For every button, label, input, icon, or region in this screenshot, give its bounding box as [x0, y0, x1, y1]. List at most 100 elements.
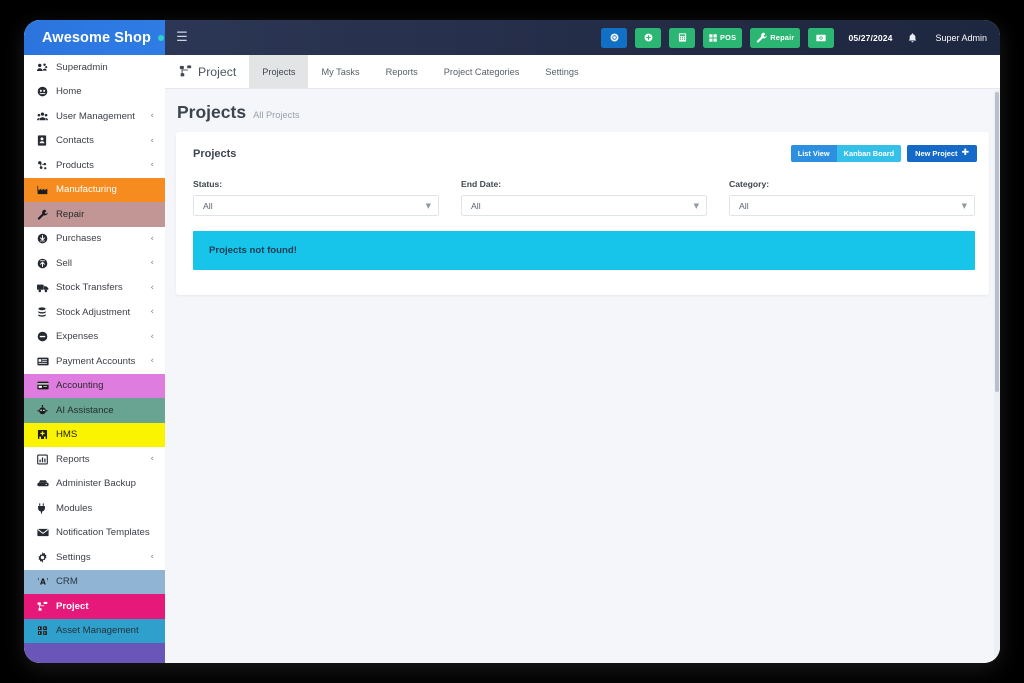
crm-icon: A [37, 576, 54, 587]
robot-icon [37, 405, 54, 416]
filter-category-select[interactable]: All▼ [729, 195, 975, 216]
sidebar-item-hms[interactable]: HMS [24, 423, 165, 448]
chevron-left-icon: ‹ [150, 160, 165, 170]
module-tab-list: ProjectsMy TasksReportsProject Categorie… [249, 55, 591, 88]
sidebar-item-expenses[interactable]: Expenses‹ [24, 325, 165, 350]
sidebar-item-crm[interactable]: ACRM [24, 570, 165, 595]
sidebar-item-repair[interactable]: Repair [24, 202, 165, 227]
sidebar-item-label: Stock Adjustment [54, 307, 150, 318]
database-icon [37, 479, 54, 488]
sidebar-item-purchases[interactable]: Purchases‹ [24, 227, 165, 252]
topbar-actions: POS Repair 05/27/2024 Super Admin [593, 28, 1000, 48]
sidebar-item-label: Expenses [54, 331, 150, 342]
brand-logo[interactable]: Awesome Shop [24, 20, 165, 55]
sidebar-item-label: Reports [54, 454, 150, 465]
users-cog-icon [37, 62, 54, 73]
user-menu[interactable]: Super Admin [935, 33, 987, 43]
module-brand-label: Project [198, 65, 236, 79]
sidebar-item-label: Products [54, 160, 150, 171]
scrollbar-thumb[interactable] [995, 92, 999, 392]
sidebar-item-filler [24, 643, 165, 663]
topbar-cash-button[interactable] [808, 28, 834, 48]
module-tabs: Project ProjectsMy TasksReportsProject C… [165, 55, 1000, 89]
sidebar-item-label: Contacts [54, 135, 150, 146]
sidebar-item-sell[interactable]: Sell‹ [24, 251, 165, 276]
filter-end-date-value: All [471, 201, 481, 211]
content-scrollbar[interactable] [994, 90, 1000, 663]
sidebar-item-payment-accounts[interactable]: Payment Accounts‹ [24, 349, 165, 374]
chevron-left-icon: ‹ [150, 332, 165, 342]
filter-status-value: All [203, 201, 213, 211]
topbar-pos-button[interactable]: POS [703, 28, 742, 48]
sidebar-item-settings[interactable]: Settings‹ [24, 545, 165, 570]
filter-end-date-select[interactable]: All ▼ [461, 195, 707, 216]
sidebar-item-label: Accounting [54, 380, 165, 391]
module-brand: Project [165, 55, 249, 88]
sidebar-item-stock-adjustment[interactable]: Stock Adjustment‹ [24, 300, 165, 325]
wrench-icon [756, 32, 767, 43]
new-project-button[interactable]: New Project ✚ [907, 145, 977, 162]
plug-icon [37, 503, 54, 514]
sidebar-item-products[interactable]: Products‹ [24, 153, 165, 178]
sidebar-item-administer-backup[interactable]: Administer Backup [24, 472, 165, 497]
plus-circle-icon [644, 33, 653, 42]
sidebar-item-label: Administer Backup [54, 478, 165, 489]
filters-row: Status:All▼ End Date: All ▼ Category: All ▼ [176, 162, 989, 216]
industry-icon [37, 185, 54, 195]
sidebar-item-superadmin[interactable]: Superadmin [24, 55, 165, 80]
filter-status-select[interactable]: All▼ [193, 195, 439, 216]
sidebar-item-project[interactable]: Project [24, 594, 165, 619]
sidebar-item-notification-templates[interactable]: Notification Templates [24, 521, 165, 546]
list-view-button[interactable]: List View [791, 145, 837, 162]
sidebar-item-stock-transfers[interactable]: Stock Transfers‹ [24, 276, 165, 301]
sidebar-item-label: AI Assistance [54, 405, 165, 416]
sidebar-item-asset-management[interactable]: Asset Management [24, 619, 165, 644]
sidebar-item-home[interactable]: Home [24, 80, 165, 105]
hamburger-icon[interactable]: ☰ [165, 30, 199, 45]
topbar-calculator-button[interactable] [669, 28, 695, 48]
tab-my-tasks[interactable]: My Tasks [308, 55, 372, 88]
sidebar-item-reports[interactable]: Reports‹ [24, 447, 165, 472]
money-icon [816, 34, 826, 42]
sidebar-item-modules[interactable]: Modules [24, 496, 165, 521]
sidebar-item-label: Project [54, 601, 165, 612]
app-window: Awesome Shop SuperadminHomeUser Manageme… [24, 20, 1000, 663]
download-circle-icon [37, 233, 54, 244]
sidebar: Awesome Shop SuperadminHomeUser Manageme… [24, 20, 165, 663]
topbar-add-button[interactable] [635, 28, 661, 48]
chevron-left-icon: ‹ [150, 307, 165, 317]
sidebar-item-contacts[interactable]: Contacts‹ [24, 129, 165, 154]
chevron-down-icon: ▼ [694, 202, 699, 210]
sidebar-item-user-management[interactable]: User Management‹ [24, 104, 165, 129]
filter-status: Status:All▼ [193, 179, 439, 216]
filter-category-label: Category: [729, 179, 975, 189]
plus-icon: ✚ [961, 149, 969, 158]
tab-settings[interactable]: Settings [532, 55, 591, 88]
sitemap-icon [37, 601, 54, 612]
tab-project-categories[interactable]: Project Categories [431, 55, 533, 88]
sidebar-item-label: Sell [54, 258, 150, 269]
filter-end-date: End Date: All ▼ [461, 179, 707, 216]
bell-icon[interactable] [908, 33, 917, 43]
sidebar-item-accounting[interactable]: Accounting [24, 374, 165, 399]
card-title: Projects [193, 148, 236, 160]
sidebar-item-label: User Management [54, 111, 150, 122]
layers-icon [37, 307, 54, 318]
tab-reports[interactable]: Reports [373, 55, 431, 88]
new-project-label: New Project [915, 149, 957, 158]
sidebar-item-manufacturing[interactable]: Manufacturing [24, 178, 165, 203]
topbar-calendar-button[interactable] [601, 28, 627, 48]
tab-projects[interactable]: Projects [249, 55, 308, 88]
truck-icon [37, 283, 54, 293]
sidebar-item-label: Asset Management [54, 625, 165, 636]
minus-circle-icon [37, 331, 54, 342]
topbar-repair-button[interactable]: Repair [750, 28, 800, 48]
filter-end-date-label: End Date: [461, 179, 707, 189]
sidebar-item-label: Manufacturing [54, 184, 165, 195]
sidebar-item-label: Superadmin [54, 62, 165, 73]
sidebar-item-ai-assistance[interactable]: AI Assistance [24, 398, 165, 423]
topbar-date: 05/27/2024 [848, 33, 892, 43]
kanban-board-button[interactable]: Kanban Board [837, 145, 902, 162]
brand-name: Awesome Shop [42, 30, 151, 46]
content-area: Project ProjectsMy TasksReportsProject C… [165, 55, 1000, 663]
